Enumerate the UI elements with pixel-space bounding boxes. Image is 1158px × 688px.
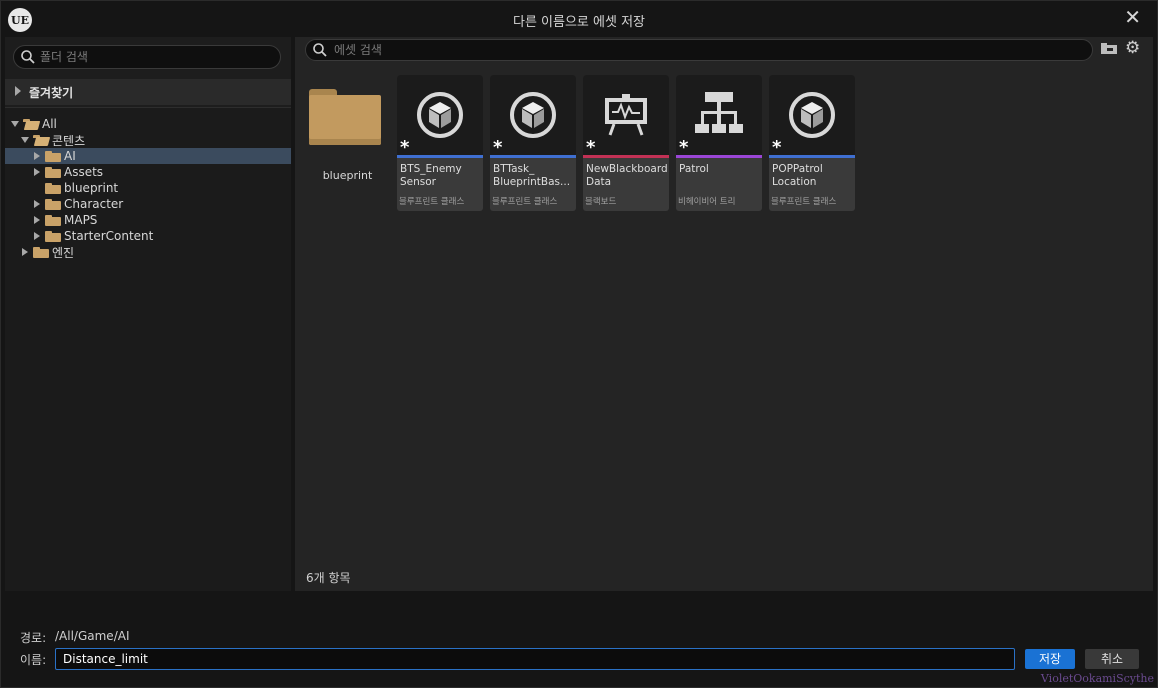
asset-thumbnail <box>583 75 669 155</box>
favorites-label: 즐겨찾기 <box>29 86 74 100</box>
path-label: 경로: <box>20 631 47 645</box>
folder-tree: All 콘텐츠 AI Assets blueprint Character MAPS Star… <box>5 107 291 591</box>
tree-item-label: 콘텐츠 <box>52 133 86 148</box>
behavior-tree-icon <box>695 92 743 133</box>
asset-name: Patrol <box>679 163 709 175</box>
tree-item-label: StarterContent <box>64 229 154 243</box>
folder-icon <box>45 182 61 194</box>
open-folder-icon <box>23 118 39 130</box>
search-icon <box>21 50 35 64</box>
folder-panel: 즐겨찾기 All 콘텐츠AI Assets blueprint Character MAP… <box>5 37 291 591</box>
cube-icon <box>417 92 463 138</box>
cube-icon <box>789 92 835 138</box>
settings-gear-icon[interactable]: ⚙ <box>1125 39 1140 57</box>
tree-item-label: Character <box>64 197 124 211</box>
tree-item[interactable]: MAPS <box>5 212 291 228</box>
dialog-title: 다른 이름으로 에셋 저장 <box>513 15 645 30</box>
folder-search-input[interactable] <box>40 48 270 66</box>
tree-item[interactable]: All <box>5 116 291 132</box>
tree-item-label: blueprint <box>64 181 119 195</box>
tree-item[interactable]: blueprint <box>5 180 291 196</box>
asset-type-stripe <box>583 155 669 158</box>
folder-icon <box>45 198 61 210</box>
folder-icon <box>45 230 61 242</box>
collapsed-arrow-icon[interactable] <box>34 200 40 208</box>
folder-icon <box>45 166 61 178</box>
tree-item[interactable]: 엔진 <box>5 244 291 260</box>
save-footer: 경로: /All/Game/AI 이름: 저장 취소 VioletOokamiS… <box>1 591 1157 687</box>
asset-name: POPPatrol Location <box>772 163 823 188</box>
collapsed-arrow-icon[interactable] <box>34 168 40 176</box>
collapsed-arrow-icon[interactable] <box>34 216 40 224</box>
tree-item-label: All <box>42 117 57 131</box>
asset-tile[interactable]: * NewBlackboard Data 블랙보드 <box>583 75 669 211</box>
cube-icon <box>510 92 556 138</box>
asset-type-stripe <box>490 155 576 158</box>
item-count: 6개 항목 <box>306 571 351 585</box>
expand-arrow-icon[interactable] <box>15 86 21 96</box>
folder-icon <box>45 214 61 226</box>
blackboard-icon <box>605 94 647 136</box>
asset-type-stripe <box>397 155 483 158</box>
close-icon[interactable]: ✕ <box>1124 5 1141 29</box>
asset-type-stripe <box>769 155 855 158</box>
tree-item[interactable]: AI <box>5 148 291 164</box>
collapsed-arrow-icon[interactable] <box>34 152 40 160</box>
tree-item-label: MAPS <box>64 213 98 227</box>
folder-search-box[interactable] <box>13 45 281 69</box>
search-icon <box>313 43 327 57</box>
favorites-section[interactable]: 즐겨찾기 <box>5 79 291 105</box>
folder-tile-label: blueprint <box>322 169 373 182</box>
asset-name: BTS_Enemy Sensor <box>400 163 462 188</box>
asset-name: BTTask_ BlueprintBas... <box>493 163 571 188</box>
tree-item[interactable]: StarterContent <box>5 228 291 244</box>
asset-tile[interactable]: * BTTask_ BlueprintBas... 블루프린트 클래스 <box>490 75 576 211</box>
save-button[interactable]: 저장 <box>1025 649 1075 669</box>
tree-item[interactable]: 콘텐츠 <box>5 132 291 148</box>
asset-tile[interactable]: * BTS_Enemy Sensor 블루프린트 클래스 <box>397 75 483 211</box>
asset-thumbnail <box>769 75 855 155</box>
asset-type: 블루프린트 클래스 <box>399 197 465 207</box>
folder-icon <box>309 89 381 145</box>
path-value: /All/Game/AI <box>55 629 130 643</box>
watermark: VioletOokamiScythe <box>1040 672 1154 685</box>
open-folder-icon <box>33 134 49 146</box>
title-bar: UE 다른 이름으로 에셋 저장 ✕ <box>1 1 1157 37</box>
name-label: 이름: <box>20 653 47 667</box>
folder-tile-blueprint[interactable]: blueprint <box>305 75 390 210</box>
asset-thumbnail <box>676 75 762 155</box>
asset-name: NewBlackboard Data <box>586 163 668 188</box>
asset-search-box[interactable] <box>305 39 1093 61</box>
expanded-arrow-icon[interactable] <box>11 121 19 127</box>
tree-item-label: Assets <box>64 165 104 179</box>
asset-panel: ⚙ blueprint *BTS_Enemy Sensor블루프린트 클래스*B… <box>295 37 1153 591</box>
asset-tile[interactable]: * Patrol 비헤이비어 트리 <box>676 75 762 211</box>
folder-icon <box>33 246 49 258</box>
new-folder-icon[interactable] <box>1101 42 1117 54</box>
asset-name-input[interactable] <box>55 648 1015 670</box>
asset-type: 블랙보드 <box>585 197 617 207</box>
asset-type: 비헤이비어 트리 <box>678 197 736 207</box>
folder-icon <box>45 150 61 162</box>
collapsed-arrow-icon[interactable] <box>22 248 28 256</box>
asset-tile[interactable]: * POPPatrol Location 블루프린트 클래스 <box>769 75 855 211</box>
asset-thumbnail <box>490 75 576 155</box>
tree-item-label: 엔진 <box>52 245 75 260</box>
asset-type: 블루프린트 클래스 <box>492 197 558 207</box>
tree-item[interactable]: Assets <box>5 164 291 180</box>
expanded-arrow-icon[interactable] <box>21 137 29 143</box>
asset-search-input[interactable] <box>334 42 1074 58</box>
asset-type: 블루프린트 클래스 <box>771 197 837 207</box>
asset-thumbnail <box>397 75 483 155</box>
cancel-button[interactable]: 취소 <box>1085 649 1139 669</box>
save-asset-dialog: UE 다른 이름으로 에셋 저장 ✕ 즐겨찾기 All 콘텐츠AI Assets bl… <box>0 0 1158 688</box>
asset-type-stripe <box>676 155 762 158</box>
asset-grid: blueprint * BTS_Enemy Sensor 블루프린트 클래스 * BTT… <box>295 71 1153 571</box>
tree-item-label: AI <box>64 149 76 163</box>
collapsed-arrow-icon[interactable] <box>34 232 40 240</box>
tree-item[interactable]: Character <box>5 196 291 212</box>
